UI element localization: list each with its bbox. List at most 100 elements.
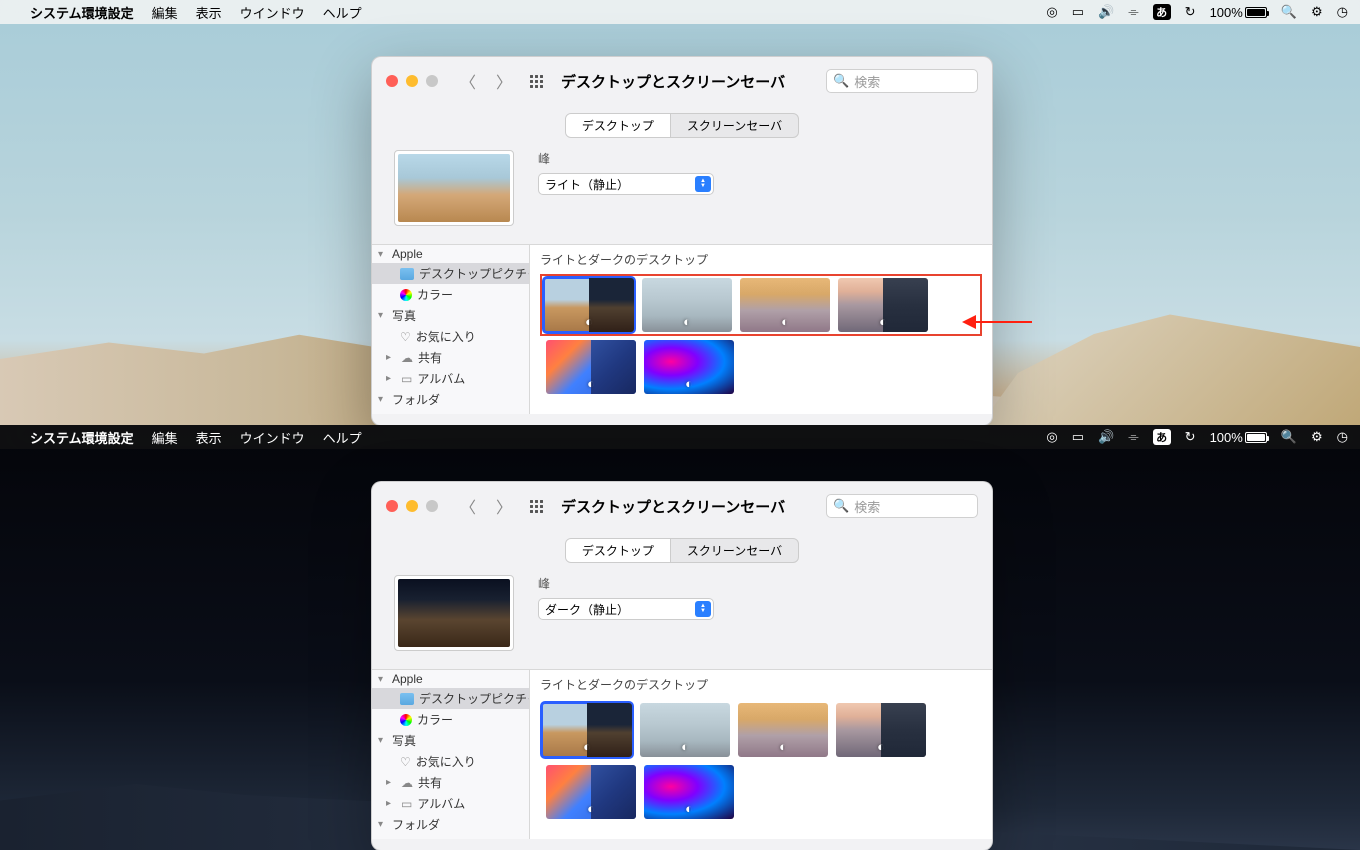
- spotlight-icon[interactable]: 🔍: [1281, 4, 1297, 20]
- timemachine-icon[interactable]: ↻: [1185, 4, 1196, 20]
- menu-window[interactable]: ウインドウ: [240, 428, 305, 447]
- sidebar-group-photos[interactable]: ▾写真: [372, 305, 529, 326]
- menu-edit[interactable]: 編集: [152, 428, 178, 447]
- battery-percent: 100%: [1210, 430, 1243, 445]
- wallpaper-thumb-abstract[interactable]: [644, 765, 734, 819]
- current-wallpaper-preview: [394, 150, 514, 226]
- sidebar-item-desktop-pictures[interactable]: デスクトップピクチャ: [372, 688, 529, 709]
- sidebar-group-folders[interactable]: ▾フォルダ: [372, 814, 529, 835]
- back-button[interactable]: 〈: [460, 494, 476, 518]
- sidebar-item-favorites[interactable]: ♡お気に入り: [372, 326, 529, 347]
- album-icon: ▭: [401, 797, 412, 811]
- wallpaper-thumb-valley-sunset[interactable]: [738, 703, 828, 757]
- cloud-icon: ☁: [401, 776, 413, 790]
- wallpaper-thumb-valley-dusk[interactable]: [838, 278, 928, 332]
- battery-status[interactable]: 100%: [1210, 430, 1267, 445]
- zoom-button[interactable]: [426, 75, 438, 87]
- input-source-icon[interactable]: あ: [1153, 429, 1171, 445]
- source-sidebar: ▾Apple デスクトップピクチャ カラー ▾写真 ♡お気に入り ▸☁共有 ▸▭…: [372, 670, 530, 839]
- forward-button[interactable]: 〉: [496, 69, 512, 93]
- show-all-button[interactable]: [530, 75, 543, 88]
- back-button[interactable]: 〈: [460, 69, 476, 93]
- sidebar-item-desktop-pictures[interactable]: デスクトップピクチャ: [372, 263, 529, 284]
- bluetooth-icon[interactable]: ⌯: [1128, 429, 1138, 445]
- close-button[interactable]: [386, 75, 398, 87]
- wallpaper-thumb-valley-day[interactable]: [642, 278, 732, 332]
- folder-icon: [400, 693, 414, 705]
- app-menu[interactable]: システム環境設定: [30, 428, 134, 447]
- wallpaper-thumb-peak[interactable]: [544, 278, 634, 332]
- dropdown-value: ライト（静止）: [545, 176, 629, 193]
- input-source-icon[interactable]: あ: [1153, 4, 1171, 20]
- search-placeholder: 検索: [854, 72, 880, 91]
- wallpaper-thumb-valley-day[interactable]: [640, 703, 730, 757]
- search-icon: 🔍: [833, 498, 849, 514]
- wallpaper-name: 峰: [538, 150, 970, 167]
- control-center-icon[interactable]: ⚙: [1311, 429, 1323, 445]
- sidebar-item-colors[interactable]: カラー: [372, 709, 529, 730]
- clock-icon[interactable]: ◷: [1337, 4, 1348, 20]
- wallpaper-thumb-bigsur[interactable]: [546, 765, 636, 819]
- menu-view[interactable]: 表示: [196, 3, 222, 22]
- sidebar-item-favorites[interactable]: ♡お気に入り: [372, 751, 529, 772]
- wallpaper-thumb-peak[interactable]: [542, 703, 632, 757]
- menu-help[interactable]: ヘルプ: [323, 428, 362, 447]
- sidebar-item-pictures-folder[interactable]: ピクチャ: [372, 835, 529, 839]
- tab-segmented-control[interactable]: デスクトップ スクリーンセーバ: [565, 113, 799, 138]
- forward-button[interactable]: 〉: [496, 494, 512, 518]
- sidebar-item-colors[interactable]: カラー: [372, 284, 529, 305]
- sidebar-item-albums[interactable]: ▸▭アルバム: [372, 368, 529, 389]
- battery-percent: 100%: [1210, 5, 1243, 20]
- gallery-section-title: ライトとダークのデスクトップ: [540, 676, 982, 693]
- menubar: システム環境設定 編集 表示 ウインドウ ヘルプ ◎ ▭ 🔊 ⌯ あ ↻ 100…: [0, 425, 1360, 449]
- system-prefs-window: 〈 〉 デスクトップとスクリーンセーバ 🔍 検索 デスクトップ スクリーンセーバ…: [371, 481, 993, 850]
- volume-icon[interactable]: 🔊: [1098, 429, 1114, 445]
- spotlight-icon[interactable]: 🔍: [1281, 429, 1297, 445]
- heart-icon: ♡: [400, 330, 411, 344]
- sidebar-item-pictures-folder[interactable]: ピクチャ: [372, 410, 529, 414]
- show-all-button[interactable]: [530, 500, 543, 513]
- sidebar-item-albums[interactable]: ▸▭アルバム: [372, 793, 529, 814]
- sidebar-group-photos[interactable]: ▾写真: [372, 730, 529, 751]
- appearance-mode-dropdown[interactable]: ライト（静止） ▲▼: [538, 173, 714, 195]
- menu-window[interactable]: ウインドウ: [240, 3, 305, 22]
- search-input[interactable]: 🔍 検索: [826, 494, 978, 518]
- menu-help[interactable]: ヘルプ: [323, 3, 362, 22]
- wallpaper-thumb-valley-sunset[interactable]: [740, 278, 830, 332]
- sidebar-group-folders[interactable]: ▾フォルダ: [372, 389, 529, 410]
- sidebar-group-apple[interactable]: ▾Apple: [372, 670, 529, 688]
- tab-screensaver[interactable]: スクリーンセーバ: [671, 539, 798, 562]
- wallpaper-thumb-bigsur[interactable]: [546, 340, 636, 394]
- wallpaper-thumb-abstract[interactable]: [644, 340, 734, 394]
- search-placeholder: 検索: [854, 497, 880, 516]
- minimize-button[interactable]: [406, 75, 418, 87]
- search-icon: 🔍: [833, 73, 849, 89]
- tab-segmented-control[interactable]: デスクトップ スクリーンセーバ: [565, 538, 799, 563]
- tab-desktop[interactable]: デスクトップ: [566, 114, 671, 137]
- battery-status[interactable]: 100%: [1210, 5, 1267, 20]
- tab-desktop[interactable]: デスクトップ: [566, 539, 671, 562]
- sidebar-group-apple[interactable]: ▾Apple: [372, 245, 529, 263]
- airplay-icon[interactable]: ▭: [1072, 4, 1084, 20]
- wallpaper-name: 峰: [538, 575, 970, 592]
- menu-view[interactable]: 表示: [196, 428, 222, 447]
- minimize-button[interactable]: [406, 500, 418, 512]
- close-button[interactable]: [386, 500, 398, 512]
- appearance-mode-dropdown[interactable]: ダーク（静止） ▲▼: [538, 598, 714, 620]
- creative-cloud-icon[interactable]: ◎: [1046, 4, 1057, 20]
- app-menu[interactable]: システム環境設定: [30, 3, 134, 22]
- clock-icon[interactable]: ◷: [1337, 429, 1348, 445]
- menu-edit[interactable]: 編集: [152, 3, 178, 22]
- creative-cloud-icon[interactable]: ◎: [1046, 429, 1057, 445]
- control-center-icon[interactable]: ⚙: [1311, 4, 1323, 20]
- volume-icon[interactable]: 🔊: [1098, 4, 1114, 20]
- bluetooth-icon[interactable]: ⌯: [1128, 4, 1138, 20]
- tab-screensaver[interactable]: スクリーンセーバ: [671, 114, 798, 137]
- zoom-button[interactable]: [426, 500, 438, 512]
- sidebar-item-shared[interactable]: ▸☁共有: [372, 347, 529, 368]
- timemachine-icon[interactable]: ↻: [1185, 429, 1196, 445]
- search-input[interactable]: 🔍 検索: [826, 69, 978, 93]
- airplay-icon[interactable]: ▭: [1072, 429, 1084, 445]
- wallpaper-thumb-valley-dusk[interactable]: [836, 703, 926, 757]
- sidebar-item-shared[interactable]: ▸☁共有: [372, 772, 529, 793]
